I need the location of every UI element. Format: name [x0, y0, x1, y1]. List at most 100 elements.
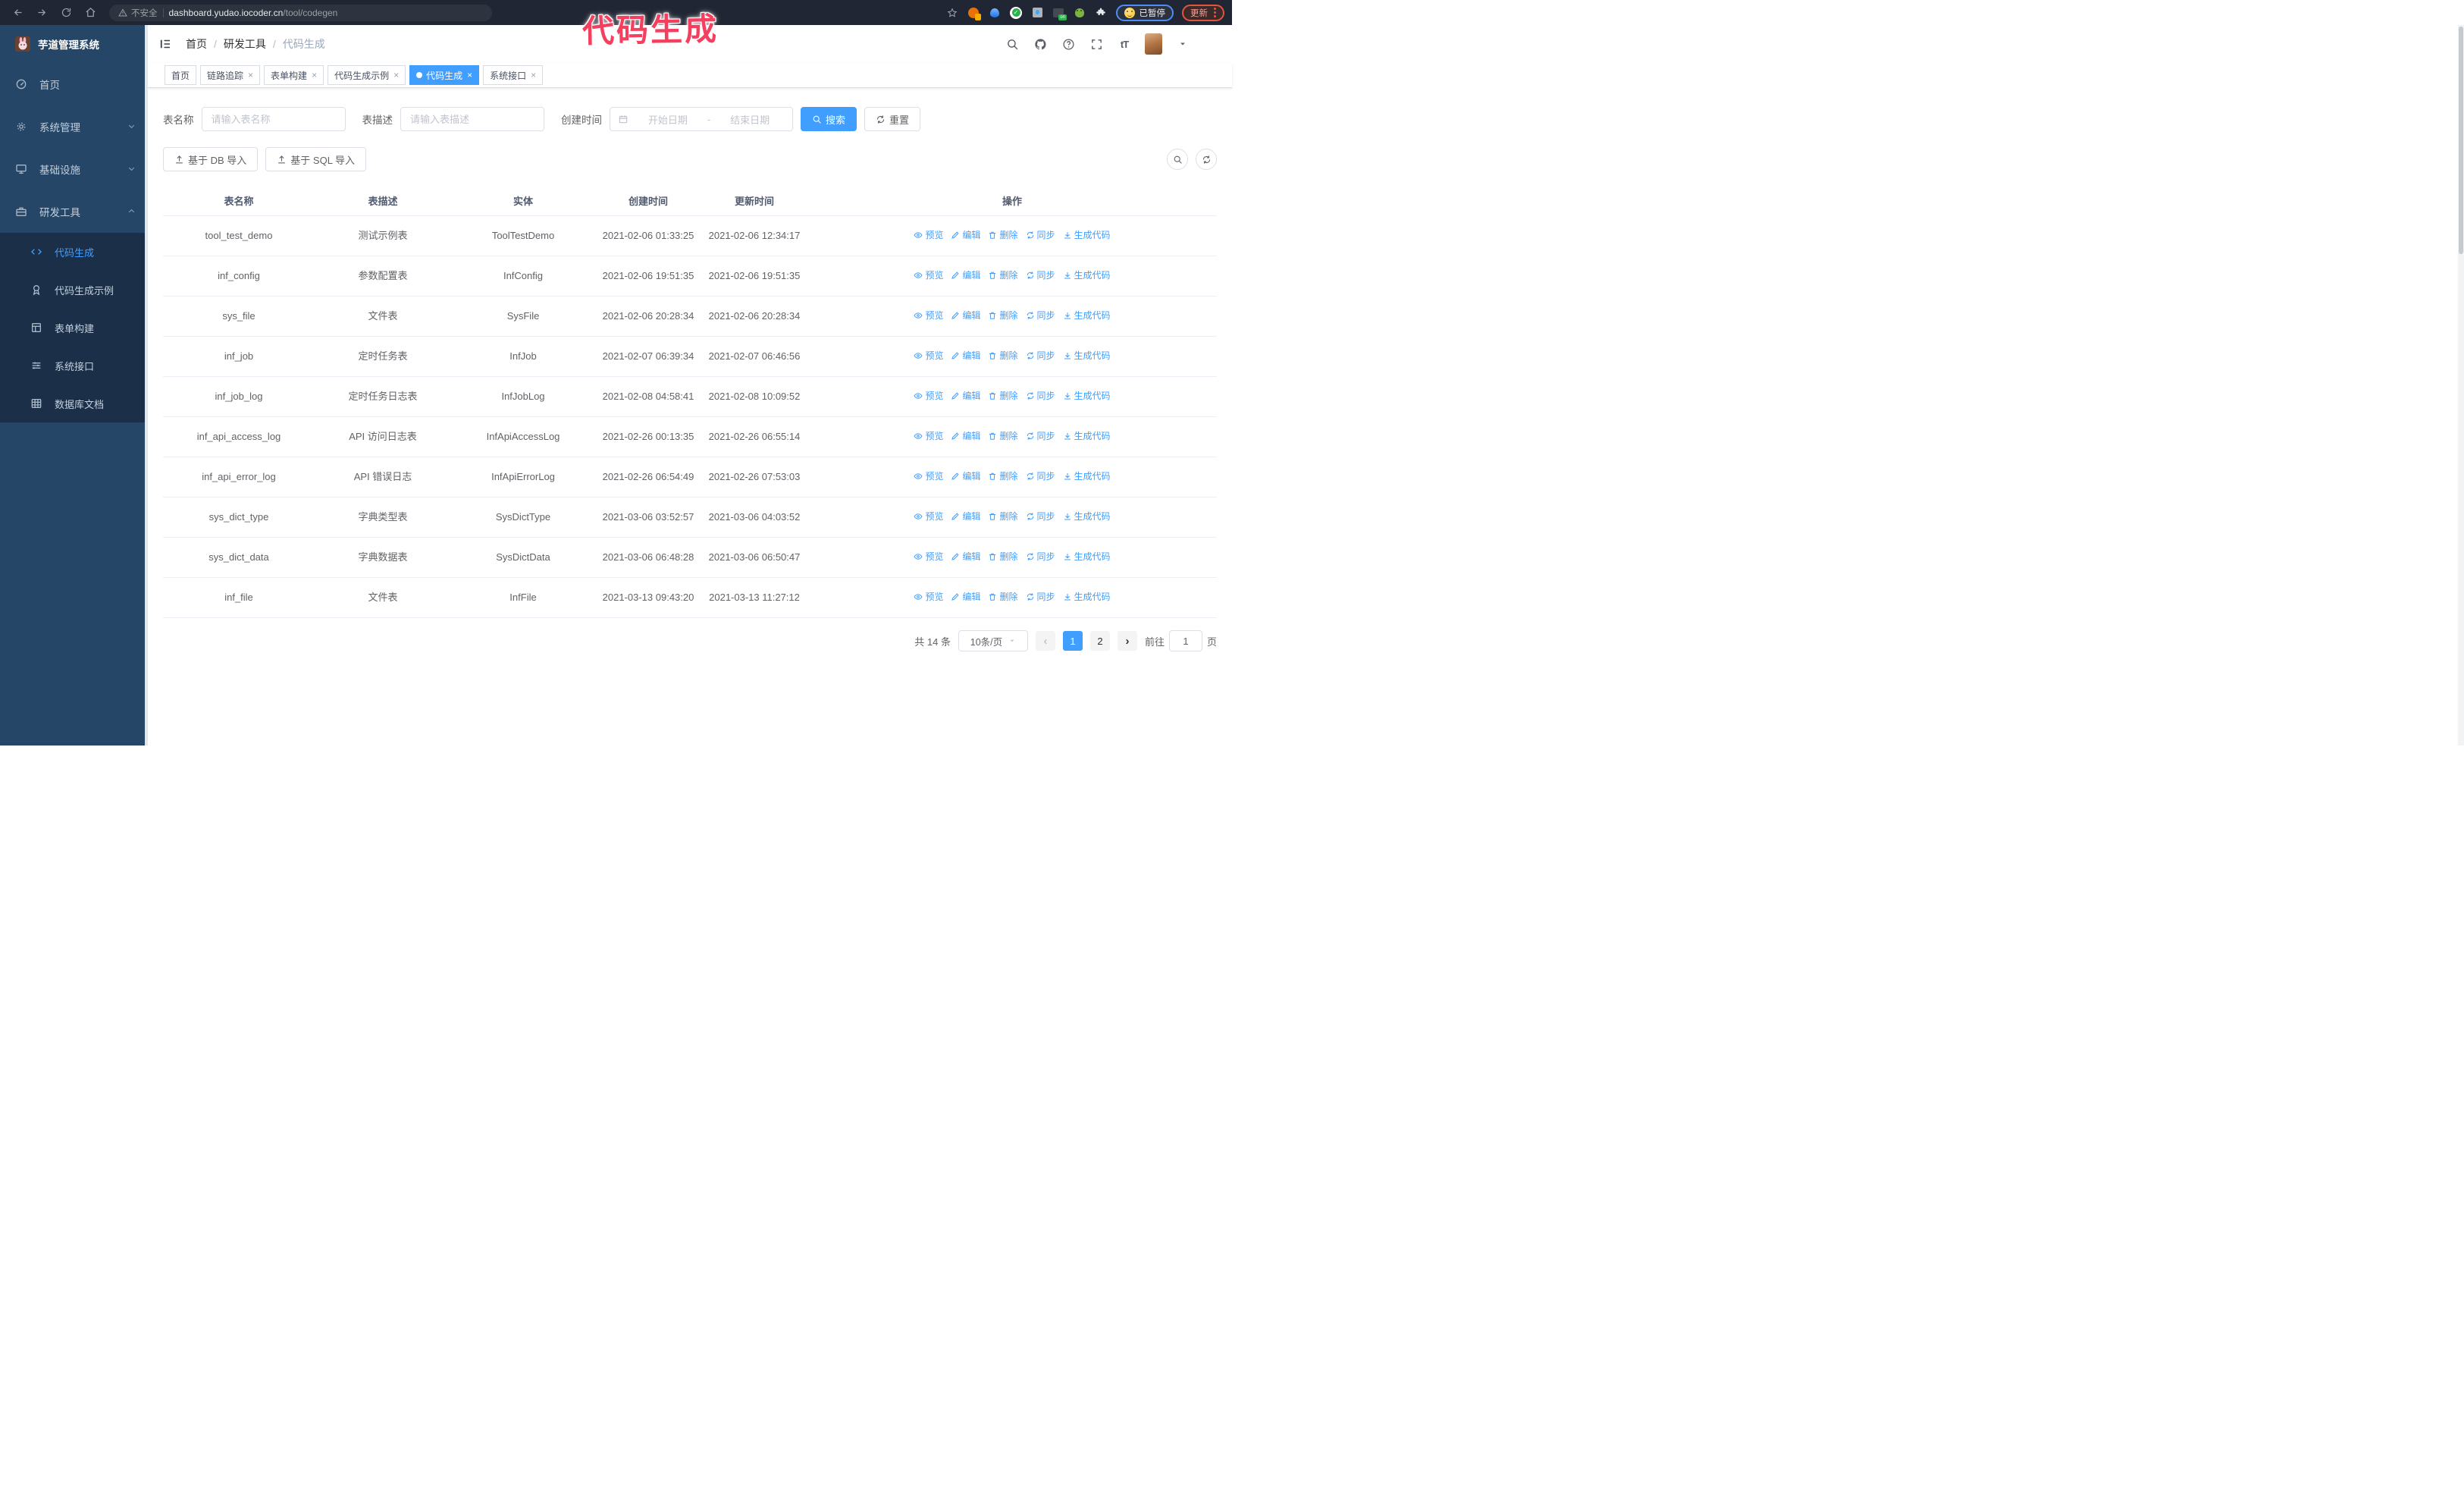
action-sync[interactable]: 同步 — [1026, 309, 1055, 322]
tab-close-icon[interactable]: × — [393, 71, 399, 80]
page-size-select[interactable]: 10条/页 — [958, 630, 1028, 651]
action-edit[interactable]: 编辑 — [951, 510, 980, 523]
date-range-picker[interactable]: 开始日期 - 结束日期 — [610, 107, 793, 131]
action-edit[interactable]: 编辑 — [951, 469, 980, 483]
search-icon[interactable] — [1005, 36, 1020, 52]
extension-icon[interactable] — [1031, 6, 1044, 19]
action-sync[interactable]: 同步 — [1026, 268, 1055, 282]
sidebar-toggle-button[interactable] — [158, 36, 175, 52]
action-edit[interactable]: 编辑 — [951, 550, 980, 563]
table-desc-input[interactable] — [400, 107, 544, 131]
action-preview[interactable]: 预览 — [914, 429, 943, 443]
action-delete[interactable]: 删除 — [988, 268, 1018, 282]
tab-代码生成示例[interactable]: 代码生成示例 × — [328, 65, 406, 85]
bookmark-star-icon[interactable] — [946, 6, 959, 19]
chrome-update-button[interactable]: 更新 — [1182, 4, 1224, 21]
browser-home-button[interactable] — [80, 3, 100, 23]
sidebar-item-研发工具[interactable]: 研发工具 — [0, 190, 148, 233]
action-sync[interactable]: 同步 — [1026, 469, 1055, 483]
breadcrumb-item[interactable]: 研发工具 — [224, 36, 266, 52]
reset-button[interactable]: 重置 — [864, 107, 921, 131]
prev-page-button[interactable]: ‹ — [1035, 631, 1055, 651]
action-preview[interactable]: 预览 — [914, 510, 943, 523]
action-edit[interactable]: 编辑 — [951, 590, 980, 604]
action-preview[interactable]: 预览 — [914, 349, 943, 363]
action-edit[interactable]: 编辑 — [951, 429, 980, 443]
action-edit[interactable]: 编辑 — [951, 309, 980, 322]
browser-menu-icon[interactable] — [1214, 8, 1216, 17]
action-generate-code[interactable]: 生成代码 — [1063, 429, 1111, 443]
action-delete[interactable]: 删除 — [988, 510, 1018, 523]
tab-close-icon[interactable]: × — [311, 71, 317, 80]
action-edit[interactable]: 编辑 — [951, 389, 980, 403]
action-delete[interactable]: 删除 — [988, 469, 1018, 483]
github-icon[interactable] — [1033, 36, 1048, 52]
table-name-input[interactable] — [201, 107, 346, 131]
sidebar-item-基础设施[interactable]: 基础设施 — [0, 148, 148, 190]
extension-icon[interactable] — [1052, 6, 1067, 20]
action-generate-code[interactable]: 生成代码 — [1063, 268, 1111, 282]
action-generate-code[interactable]: 生成代码 — [1063, 228, 1111, 242]
action-sync[interactable]: 同步 — [1026, 590, 1055, 604]
action-sync[interactable]: 同步 — [1026, 349, 1055, 363]
action-edit[interactable]: 编辑 — [951, 349, 980, 363]
browser-reload-button[interactable] — [56, 3, 76, 23]
action-preview[interactable]: 预览 — [914, 309, 943, 322]
action-delete[interactable]: 删除 — [988, 550, 1018, 563]
sidebar-item-首页[interactable]: 首页 — [0, 63, 148, 105]
action-delete[interactable]: 删除 — [988, 349, 1018, 363]
tab-close-icon[interactable]: × — [247, 71, 253, 80]
breadcrumb-item[interactable]: 首页 — [186, 36, 207, 52]
extension-icon[interactable] — [1074, 6, 1086, 19]
tab-close-icon[interactable]: × — [530, 71, 536, 80]
action-generate-code[interactable]: 生成代码 — [1063, 469, 1111, 483]
profile-paused-badge[interactable]: 已暂停 — [1115, 4, 1174, 21]
sidebar-subitem-系统接口[interactable]: 系统接口 — [0, 347, 148, 385]
extensions-puzzle-icon[interactable] — [1095, 6, 1108, 19]
action-preview[interactable]: 预览 — [914, 590, 943, 604]
action-edit[interactable]: 编辑 — [951, 228, 980, 242]
fullscreen-icon[interactable] — [1089, 36, 1104, 52]
action-delete[interactable]: 删除 — [988, 228, 1018, 242]
action-preview[interactable]: 预览 — [914, 550, 943, 563]
action-generate-code[interactable]: 生成代码 — [1063, 590, 1111, 604]
help-icon[interactable] — [1061, 36, 1076, 52]
tab-系统接口[interactable]: 系统接口 × — [483, 65, 544, 85]
tab-表单构建[interactable]: 表单构建 × — [264, 65, 324, 85]
security-indicator[interactable]: 不安全 — [118, 7, 158, 19]
import-db-button[interactable]: 基于 DB 导入 — [163, 147, 259, 171]
action-sync[interactable]: 同步 — [1026, 550, 1055, 563]
tab-close-icon[interactable]: × — [466, 71, 472, 80]
import-sql-button[interactable]: 基于 SQL 导入 — [265, 147, 367, 171]
goto-page-input[interactable] — [1168, 630, 1202, 651]
extension-icon[interactable] — [967, 6, 981, 20]
sidebar-subitem-数据库文档[interactable]: 数据库文档 — [0, 385, 148, 422]
sidebar-item-系统管理[interactable]: 系统管理 — [0, 105, 148, 148]
user-avatar[interactable] — [1145, 33, 1162, 55]
user-caret-down-icon[interactable] — [1175, 36, 1190, 52]
action-generate-code[interactable]: 生成代码 — [1063, 349, 1111, 363]
action-delete[interactable]: 删除 — [988, 590, 1018, 604]
action-sync[interactable]: 同步 — [1026, 389, 1055, 403]
sidebar-subitem-代码生成示例[interactable]: 代码生成示例 — [0, 271, 148, 309]
action-generate-code[interactable]: 生成代码 — [1063, 510, 1111, 523]
action-sync[interactable]: 同步 — [1026, 429, 1055, 443]
window-scrollbar[interactable] — [2458, 25, 2464, 746]
action-edit[interactable]: 编辑 — [951, 268, 980, 282]
action-preview[interactable]: 预览 — [914, 469, 943, 483]
action-sync[interactable]: 同步 — [1026, 228, 1055, 242]
page-button-1[interactable]: 1 — [1062, 631, 1083, 651]
sidebar-subitem-代码生成[interactable]: 代码生成 — [0, 233, 148, 271]
tab-链路追踪[interactable]: 链路追踪 × — [200, 65, 261, 85]
search-button[interactable]: 搜索 — [801, 107, 857, 131]
page-button-2[interactable]: 2 — [1089, 631, 1110, 651]
end-date-placeholder[interactable]: 结束日期 — [715, 112, 785, 127]
action-sync[interactable]: 同步 — [1026, 510, 1055, 523]
action-generate-code[interactable]: 生成代码 — [1063, 550, 1111, 563]
action-preview[interactable]: 预览 — [914, 389, 943, 403]
app-logo[interactable]: 芋道管理系统 — [0, 25, 148, 63]
browser-forward-button[interactable] — [32, 3, 52, 23]
tab-首页[interactable]: 首页 — [165, 65, 197, 85]
extension-icon[interactable]: ✓ — [1010, 6, 1023, 19]
action-preview[interactable]: 预览 — [914, 228, 943, 242]
